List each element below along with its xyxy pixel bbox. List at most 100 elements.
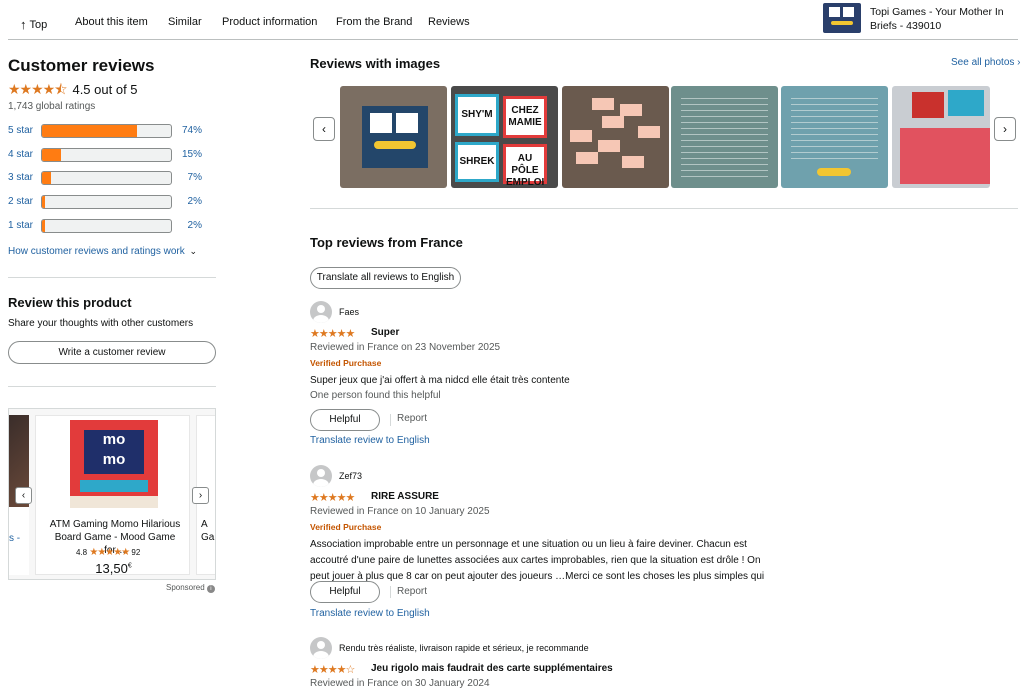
star-rating-icon: ★★★★☆ (310, 664, 355, 676)
chevron-right-icon: › (1017, 57, 1021, 68)
top-reviews-heading: Top reviews from France (310, 235, 463, 250)
arrow-up-icon: ↑ (20, 17, 27, 32)
review-item: Faes ★★★★★ Super Reviewed in France on 2… (310, 301, 790, 451)
reviewer-name[interactable]: Faes (339, 307, 359, 317)
review-title[interactable]: RIRE ASSURE (371, 491, 439, 502)
helpful-count: One person found this helpful (310, 390, 441, 401)
nav-brand-link[interactable]: From the Brand (336, 16, 412, 28)
translate-review-link[interactable]: Translate review to English (310, 435, 430, 446)
review-body: Association improbable entre un personna… (310, 539, 765, 598)
divider (390, 586, 391, 598)
review-title[interactable]: Super (371, 327, 399, 338)
review-image-2[interactable]: SHY'M CHEZ MAMIE SHREK AU PÔLE EMPLOI (451, 86, 558, 188)
histogram-label: 3 star (8, 172, 34, 183)
review-image-4[interactable] (671, 86, 778, 188)
info-icon: i (206, 585, 215, 593)
write-review-button[interactable]: Write a customer review (8, 341, 216, 364)
sponsored-product-rating: 4.8 ★★★★★ 92 (76, 547, 140, 558)
how-reviews-work-link[interactable]: How customer reviews and ratings work ⌄ (8, 246, 197, 257)
star-rating-icon: ★★★★★ (310, 492, 355, 504)
product-thumbnail[interactable] (823, 3, 861, 33)
histogram-percent: 2% (187, 220, 202, 231)
histogram-percent: 15% (181, 149, 202, 160)
report-link[interactable]: Report (397, 586, 427, 597)
histogram-label: 1 star (8, 220, 34, 231)
card-text: CHEZ MAMIE (503, 96, 547, 138)
price-main: 13,50 (95, 561, 128, 576)
histogram-row-4[interactable]: 4 star 15% (8, 148, 208, 162)
rating-value: 4.8 (76, 548, 88, 557)
images-prev-button[interactable]: ‹ (313, 117, 335, 141)
star-rating-icon: ★★★★⯪ (8, 81, 67, 97)
review-image-3[interactable] (562, 86, 669, 188)
nav-product-info-link[interactable]: Product information (222, 16, 317, 28)
review-date: Reviewed in France on 10 January 2025 (310, 506, 490, 517)
histogram-bar (41, 171, 172, 185)
divider (310, 208, 1018, 209)
review-item: Zef73 ★★★★★ RIRE ASSURE Reviewed in Fran… (310, 465, 790, 625)
review-image-6[interactable] (892, 86, 990, 188)
sponsored-product-card[interactable]: mo mo ATM Gaming Momo Hilarious Board Gam… (35, 415, 191, 576)
histogram-row-5[interactable]: 5 star 74% (8, 124, 208, 138)
divider (8, 277, 216, 278)
report-link[interactable]: Report (397, 413, 427, 424)
histogram-row-1[interactable]: 1 star 2% (8, 219, 208, 233)
chevron-right-icon: › (1003, 122, 1007, 136)
nav-top-link[interactable]: ↑ Top (20, 16, 47, 32)
histogram-label: 5 star (8, 125, 34, 136)
histogram-percent: 7% (187, 172, 202, 183)
share-thoughts-text: Share your thoughts with other customers (8, 318, 194, 329)
histogram-fill (42, 172, 52, 184)
chevron-down-icon: ⌄ (189, 246, 198, 256)
product-title[interactable]: Topi Games - Your Mother In Briefs - 439… (870, 5, 1020, 33)
avatar (310, 637, 332, 659)
images-next-button[interactable]: › (994, 117, 1016, 141)
review-date: Reviewed in France on 23 November 2025 (310, 342, 501, 353)
rating-count: 92 (131, 548, 141, 557)
nav-reviews-link[interactable]: Reviews (428, 16, 470, 28)
histogram-fill (42, 220, 45, 232)
histogram-fill (42, 196, 45, 208)
helpful-button[interactable]: Helpful (310, 409, 380, 431)
divider (8, 386, 216, 387)
histogram-bar (41, 148, 172, 162)
translate-all-button[interactable]: Translate all reviews to English (310, 267, 461, 289)
partial-text: s - (9, 533, 21, 544)
reviewer-name[interactable]: Zef73 (339, 471, 362, 481)
sponsored-label[interactable]: Sponsored i (166, 583, 215, 593)
histogram-row-3[interactable]: 3 star 7% (8, 171, 208, 185)
review-image-5[interactable] (781, 86, 888, 188)
how-reviews-work-label: How customer reviews and ratings work (8, 246, 185, 257)
rating-text: 4.5 out of 5 (72, 82, 138, 97)
review-image-1[interactable] (340, 86, 447, 188)
histogram-bar (41, 219, 172, 233)
carousel-prev-button[interactable]: ‹ (15, 487, 32, 504)
top-nav: ↑ Top About this item Similar Product inf… (8, 0, 1018, 40)
histogram-bar (41, 195, 172, 209)
avatar (310, 465, 332, 487)
card-text: SHREK (455, 142, 499, 182)
sponsored-product-price: 13,50€ (36, 561, 191, 576)
see-all-photos-link[interactable]: See all photos › (951, 57, 1021, 68)
sponsored-carousel: s - mo mo ATM Gaming Momo Hilarious Board… (8, 408, 216, 580)
histogram-percent: 74% (181, 125, 202, 136)
overall-rating[interactable]: ★★★★⯪ 4.5 out of 5 (8, 79, 138, 103)
translate-review-link[interactable]: Translate review to English (310, 608, 430, 619)
partial-text: A Ga (201, 519, 215, 543)
nav-similar-link[interactable]: Similar (168, 16, 202, 28)
carousel-next-button[interactable]: › (192, 487, 209, 504)
histogram-row-2[interactable]: 2 star 2% (8, 195, 208, 209)
avatar (310, 301, 332, 323)
star-rating-icon: ★★★★★ (89, 547, 130, 558)
nav-about-link[interactable]: About this item (75, 16, 148, 28)
review-title[interactable]: Jeu rigolo mais faudrait des carte suppl… (371, 663, 613, 674)
reviewer-name[interactable]: Rendu très réaliste, livraison rapide et… (339, 643, 589, 653)
chevron-left-icon: ‹ (322, 122, 326, 136)
verified-purchase-badge: Verified Purchase (310, 522, 382, 532)
global-ratings-count: 1,743 global ratings (8, 101, 96, 112)
review-item: Rendu très réaliste, livraison rapide et… (310, 637, 790, 693)
histogram-fill (42, 149, 62, 161)
divider (390, 414, 391, 426)
helpful-button[interactable]: Helpful (310, 581, 380, 603)
review-date: Reviewed in France on 30 January 2024 (310, 678, 490, 689)
